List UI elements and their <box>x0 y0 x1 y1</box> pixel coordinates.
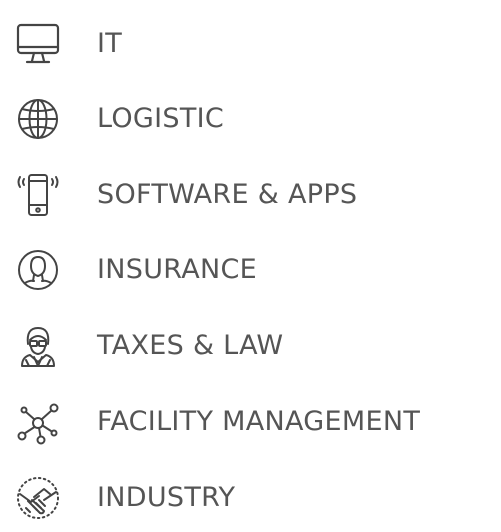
industry-label-it: IT <box>97 28 123 59</box>
network-nodes-icon <box>14 398 62 446</box>
industry-label-software-apps: SOFTWARE & APPS <box>97 179 358 210</box>
globe-icon <box>14 95 62 143</box>
handshake-icon <box>14 474 62 522</box>
industry-label-logistic: LOGISTIC <box>97 103 225 134</box>
industry-item-industry: INDUSTRY <box>0 468 501 528</box>
industry-item-it: IT <box>0 14 501 74</box>
smartphone-vibrate-icon <box>14 171 62 219</box>
industry-label-industry: INDUSTRY <box>97 482 236 513</box>
industry-item-software-apps: SOFTWARE & APPS <box>0 165 501 225</box>
industry-label-facility-management: FACILITY MANAGEMENT <box>97 406 421 437</box>
lawyer-woman-icon <box>14 322 62 370</box>
desktop-monitor-icon <box>14 20 62 68</box>
industry-item-facility-management: FACILITY MANAGEMENT <box>0 392 501 452</box>
person-circle-icon <box>14 246 62 294</box>
industry-item-logistic: LOGISTIC <box>0 89 501 149</box>
industry-label-insurance: INSURANCE <box>97 254 258 285</box>
industry-label-taxes-law: TAXES & LAW <box>97 330 284 361</box>
industry-item-taxes-law: TAXES & LAW <box>0 316 501 376</box>
industry-item-insurance: INSURANCE <box>0 240 501 300</box>
industry-list: IT LOGISTIC SOFTWARE & APPS INSURANCE TA… <box>0 0 501 532</box>
